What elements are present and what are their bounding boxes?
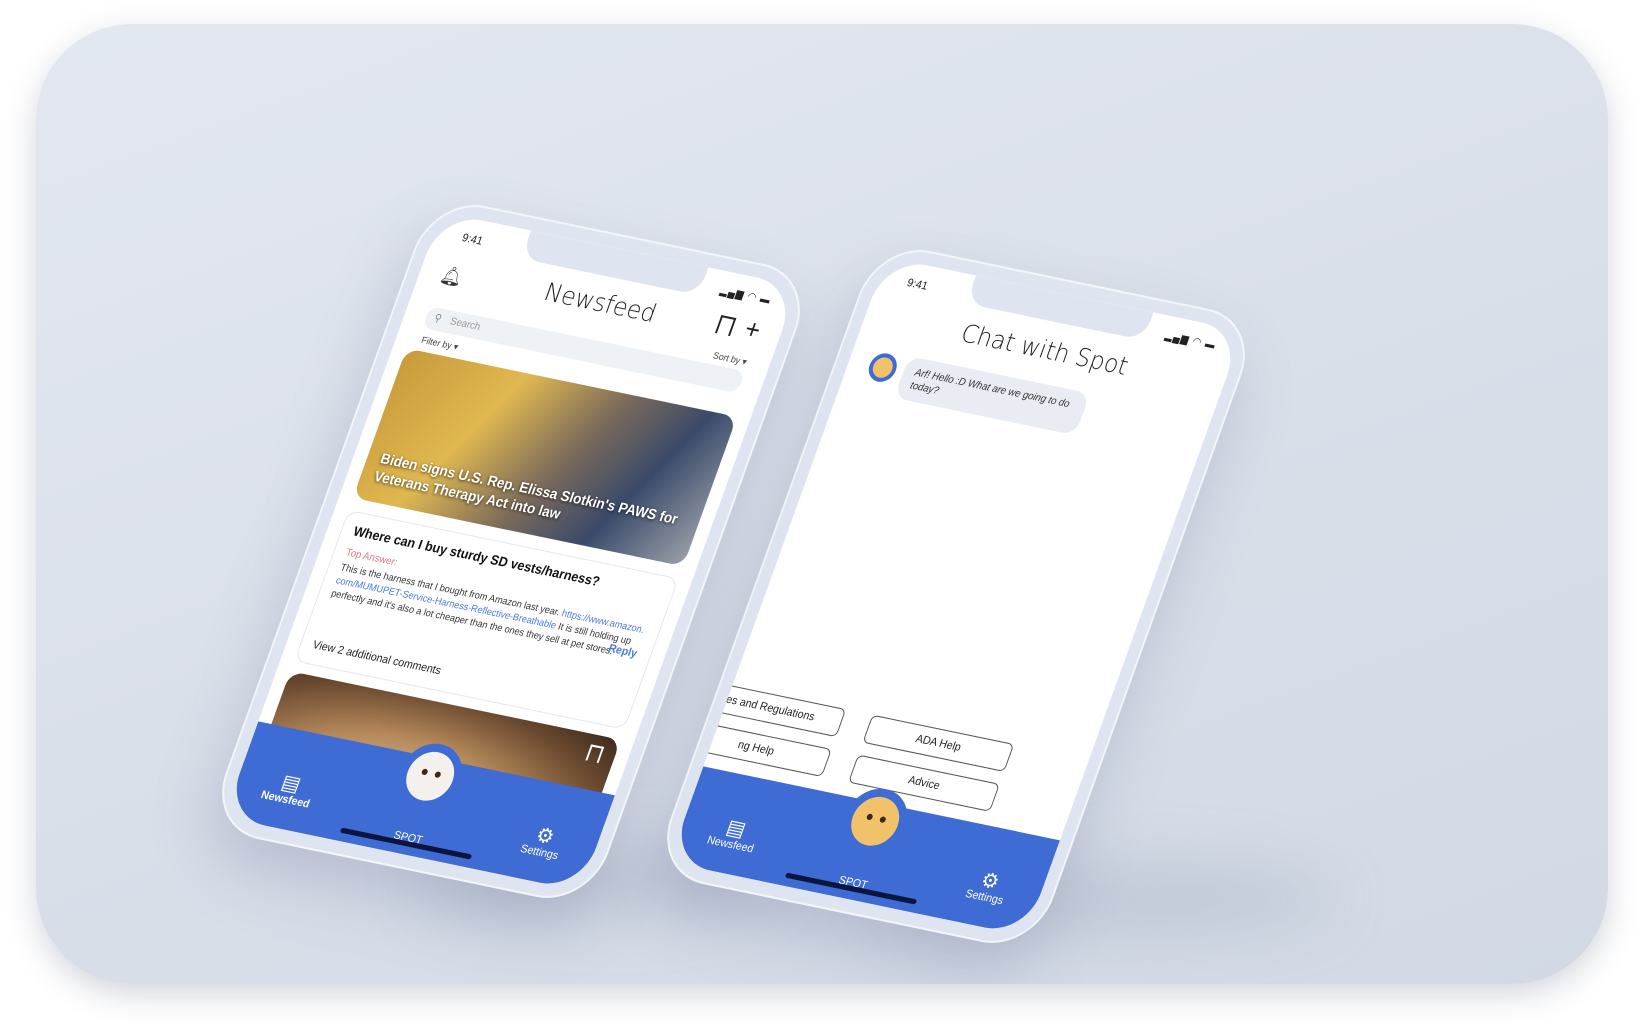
sort-label: Sort by bbox=[711, 350, 742, 366]
spot-avatar bbox=[864, 350, 901, 385]
filter-dropdown[interactable]: Filter by ▾ bbox=[419, 334, 460, 354]
bookmark-icon[interactable] bbox=[585, 744, 605, 763]
view-comments-link[interactable]: View 2 additional comments bbox=[311, 639, 443, 677]
chevron-down-icon: ▾ bbox=[740, 356, 749, 368]
search-icon: ⚲ bbox=[432, 312, 444, 326]
status-time: 9:41 bbox=[460, 231, 485, 248]
mockup-background: 9:41 ▂▄▆ ◠ ▬ Chat with Spot Arf! Hello :… bbox=[36, 24, 1608, 984]
filter-label: Filter by bbox=[419, 334, 454, 351]
chevron-down-icon: ▾ bbox=[452, 341, 460, 353]
status-icons: ▂▄▆ ◠ ▬ bbox=[718, 285, 773, 307]
status-time: 9:41 bbox=[905, 276, 930, 293]
status-icons: ▂▄▆ ◠ ▬ bbox=[1163, 330, 1218, 352]
search-placeholder: Search bbox=[448, 315, 482, 334]
